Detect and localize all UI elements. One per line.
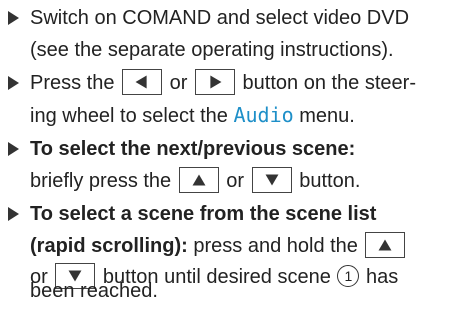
bullet-4-heading: To select a scene from the scene list	[30, 203, 377, 225]
bullet-2-menu-text: menu.	[299, 105, 355, 127]
bullet-1-text-line-1: Switch on COMAND and select video DVD	[30, 7, 410, 29]
bullet-triangle-icon	[8, 76, 19, 90]
bullet-4-rapid-scrolling: (rapid scrolling):	[30, 235, 188, 257]
instruction-page: Switch on COMAND and select video DVD (s…	[0, 0, 464, 309]
bullet-1-line-2: (see the separate operating instructions…	[0, 32, 464, 68]
bullet-2-or: or	[169, 72, 188, 94]
bullet-2-line-1: Press the or button on the steer-	[0, 65, 464, 101]
bullet-3-briefly-press: briefly press the	[30, 170, 172, 192]
up-arrow-button-icon	[365, 231, 406, 258]
bullet-2-button-steer: button on the steer-	[242, 72, 416, 94]
bullet-3-heading: To select the next/previous scene:	[30, 138, 356, 160]
bullet-3-line-1: To select the next/previous scene:	[0, 131, 464, 167]
bullet-1-text-line-2: (see the separate operating instructions…	[30, 39, 394, 61]
bullet-2-wheel-text: ing wheel to select the	[30, 105, 228, 127]
audio-menu-label: Audio	[233, 103, 294, 127]
up-arrow-button-icon	[178, 166, 219, 193]
bullet-3-or: or	[226, 170, 245, 192]
bullet-4-been-reached: been reached.	[30, 280, 158, 302]
bullet-4-press-hold: press and hold the	[193, 235, 358, 257]
bullet-2-text-line-2: ing wheel to select the Audio menu.	[30, 97, 355, 134]
bullet-4-line-4: been reached.	[0, 273, 464, 309]
right-arrow-button-icon	[194, 68, 235, 95]
bullet-triangle-icon	[8, 207, 19, 221]
bullet-triangle-icon	[8, 142, 19, 156]
bullet-2-line-2: ing wheel to select the Audio menu.	[0, 97, 464, 133]
bullet-3-line-2: briefly press the or button.	[0, 163, 464, 199]
bullet-3-button: button.	[299, 170, 361, 192]
bullet-3-text-line-2: briefly press the or button.	[30, 163, 360, 199]
bullet-1-line-1: Switch on COMAND and select video DVD	[0, 0, 464, 36]
bullet-triangle-icon	[8, 11, 19, 25]
left-arrow-button-icon	[122, 68, 163, 95]
down-arrow-button-icon	[251, 166, 292, 193]
bullet-2-press-the: Press the	[30, 72, 115, 94]
bullet-2-text-line-1: Press the or button on the steer-	[30, 65, 416, 101]
bullet-4-line-1: To select a scene from the scene list	[0, 196, 464, 232]
